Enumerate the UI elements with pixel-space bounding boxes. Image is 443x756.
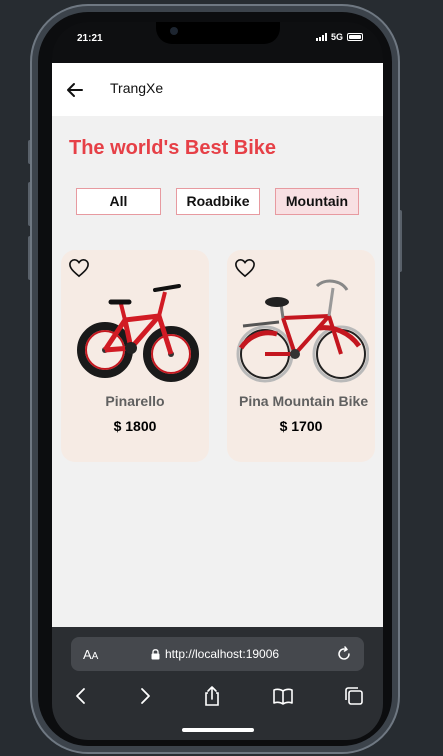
red-cruiser-bike-image: [236, 279, 369, 383]
signal-icon: [315, 33, 327, 41]
text-size-button[interactable]: AA: [83, 647, 98, 662]
browser-chrome: AA http://localhost:19006: [52, 627, 383, 740]
red-bmx-bike-image: [77, 284, 199, 382]
filter-mountain-button[interactable]: Mountain: [275, 188, 359, 215]
app-title: TrangXe: [110, 80, 164, 96]
filter-all-button[interactable]: All: [76, 188, 161, 215]
reload-icon[interactable]: [336, 646, 352, 662]
phone-screen: 21:21 5G TrangXe The world's Best Bike A…: [52, 22, 383, 740]
url-text[interactable]: http://localhost:19006: [165, 647, 279, 661]
home-indicator: [182, 728, 254, 732]
arrow-left-icon[interactable]: [64, 79, 86, 101]
product-card[interactable]: Pinarello $ 1800: [61, 250, 209, 462]
main-content: The world's Best Bike All Roadbike Mount…: [52, 116, 383, 627]
share-icon[interactable]: [201, 685, 223, 707]
dynamic-island: [156, 22, 280, 44]
forward-icon[interactable]: [134, 685, 156, 707]
status-bar: 21:21 5G: [52, 22, 383, 62]
product-name: Pina Mountain Bike: [239, 393, 369, 409]
network-type: 5G: [330, 32, 343, 42]
filter-roadbike-button[interactable]: Roadbike: [176, 188, 260, 215]
camera-icon: [170, 27, 178, 35]
status-time: 21:21: [77, 33, 103, 44]
page-headline: The world's Best Bike: [69, 137, 277, 159]
back-icon[interactable]: [70, 685, 92, 707]
lock-icon: [151, 648, 160, 659]
status-indicators: 5G: [315, 32, 363, 42]
product-name: Pinarello: [105, 393, 165, 409]
address-bar[interactable]: AA http://localhost:19006: [71, 637, 364, 671]
battery-icon: [347, 33, 363, 41]
tabs-icon[interactable]: [343, 685, 365, 707]
url-display[interactable]: http://localhost:19006: [151, 647, 279, 661]
product-price: $ 1800: [113, 418, 157, 434]
product-price: $ 1700: [279, 418, 323, 434]
app-header: TrangXe: [52, 63, 383, 116]
bookmarks-icon[interactable]: [272, 685, 294, 707]
product-card[interactable]: Pina Mountain Bike $ 1700: [227, 250, 375, 462]
